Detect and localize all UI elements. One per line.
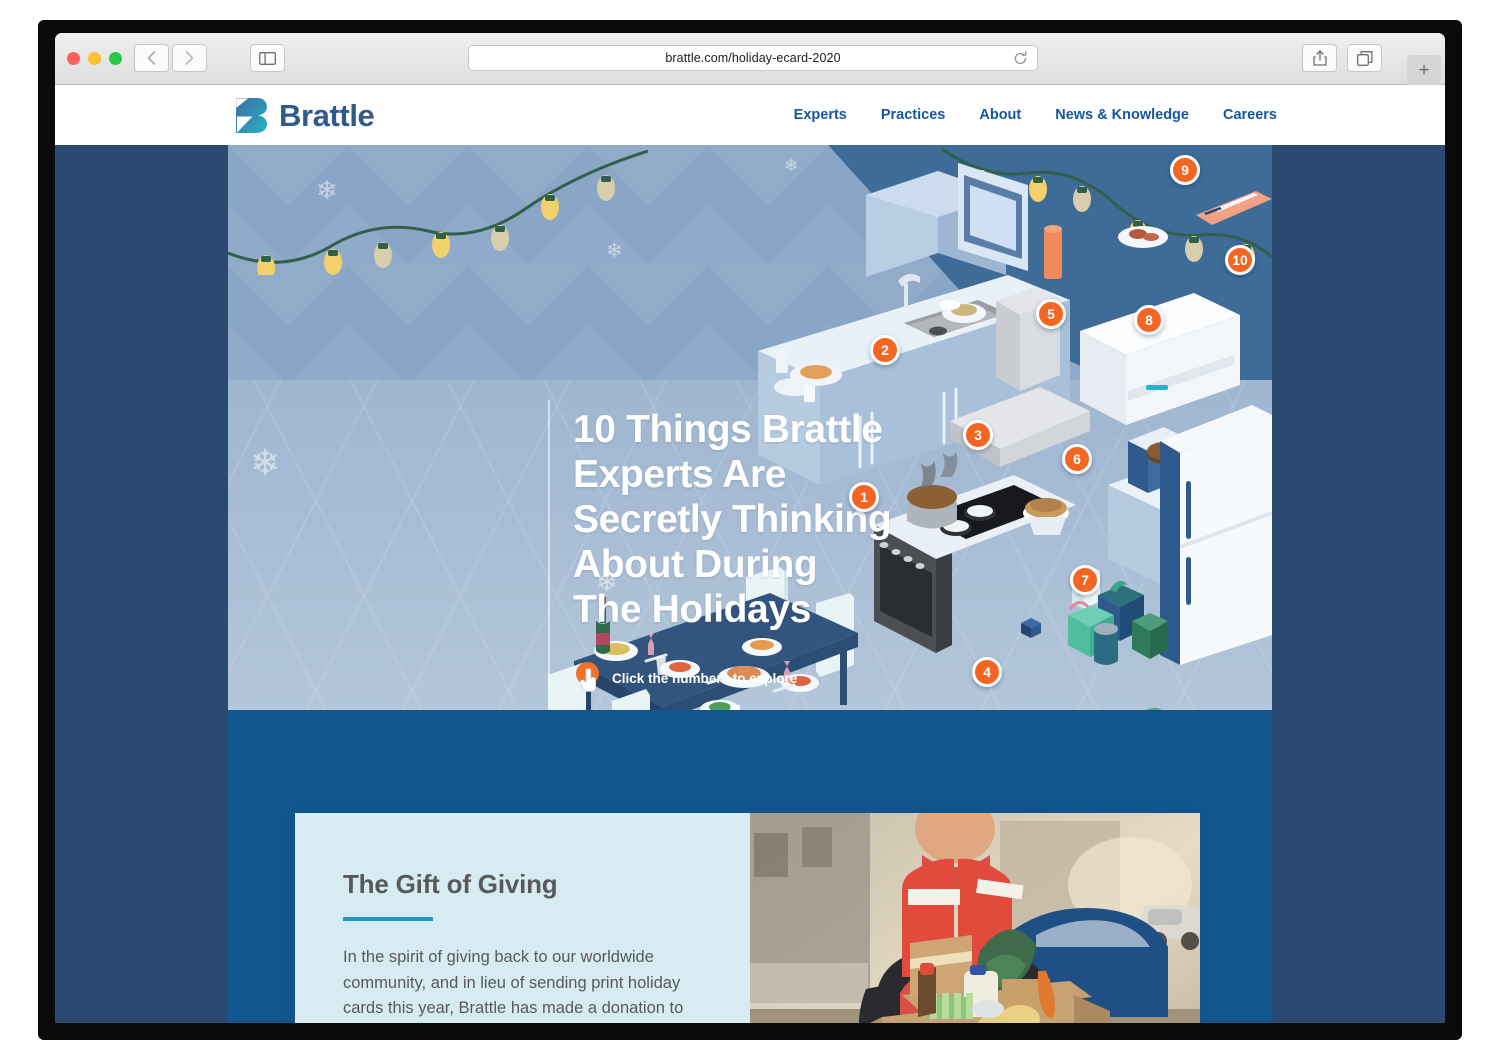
reload-button[interactable] [1013,51,1028,71]
pointing-hand-cursor-icon [576,662,602,694]
string-lights-left [228,149,648,275]
hotspot-4-dog[interactable]: 4 [972,657,1002,687]
site-header: Brattle Experts Practices About News & K… [55,85,1445,145]
pie-on-stove [1023,498,1069,535]
brattle-b-logo-icon [236,98,267,133]
url-text: brattle.com/holiday-ecard-2020 [665,51,841,65]
forward-button[interactable] [172,44,207,72]
hero-cta-label: Click the numbers to explore [612,670,798,686]
hotspot-9-string-lights[interactable]: 9 [1170,155,1200,185]
sidebar-toggle-button[interactable] [250,44,285,72]
hero-illustration: ❄ ❄ ❄ ❄ ❄ 1 2 3 4 5 6 7 8 9 10 10 Things… [228,145,1272,710]
hotspot-10-air-conditioner[interactable]: 10 [1225,245,1255,275]
hero-accent-rule [548,400,550,690]
nav-item-experts[interactable]: Experts [794,107,847,123]
main-nav: Experts Practices About News & Knowledge… [794,107,1277,123]
gift-of-giving-photo [750,813,1200,1023]
nav-item-about[interactable]: About [979,107,1021,123]
tab-overview-button[interactable] [1347,44,1382,72]
chevron-left-icon [147,51,156,65]
site-logo[interactable]: Brattle [235,97,375,134]
site-logo-text: Brattle [279,97,375,133]
share-icon [1312,50,1327,66]
reload-icon [1014,51,1027,65]
gift-of-giving-card: The Gift of Giving In the spirit of givi… [295,813,1200,1023]
share-button[interactable] [1302,44,1337,72]
hotspot-2-kitchen-sink[interactable]: 2 [870,335,900,365]
navigation-buttons [134,44,207,72]
hotspot-5-boiling-pot[interactable]: 5 [1036,299,1066,329]
cutting-board [1196,191,1272,225]
hotspot-3-cake-stand[interactable]: 3 [963,420,993,450]
nav-item-news-knowledge[interactable]: News & Knowledge [1055,107,1189,123]
window-controls [67,52,122,65]
hotspot-7-spilled-vase[interactable]: 7 [1070,565,1100,595]
gift-of-giving-rule [343,917,433,921]
browser-window: brattle.com/holiday-ecard-2020 + Brattle… [55,33,1445,1023]
hotspot-1-dining-table[interactable]: 1 [849,482,879,512]
snowflake-icon: ❄ [316,175,338,205]
page-body: ❄ ❄ ❄ ❄ ❄ 1 2 3 4 5 6 7 8 9 10 10 Things… [55,145,1445,1023]
nav-item-careers[interactable]: Careers [1223,107,1277,123]
gift-of-giving-body: In the spirit of giving back to our worl… [343,945,700,1023]
hero-cta[interactable]: Click the numbers to explore [576,662,797,694]
back-button[interactable] [134,44,169,72]
gift-of-giving-text: The Gift of Giving In the spirit of givi… [295,813,750,1023]
sidebar-icon [259,51,276,65]
new-tab-button[interactable]: + [1407,55,1441,85]
tabs-icon [1356,50,1372,66]
hero-title: 10 Things Brattle Experts Are Secretly Thi… [573,408,892,631]
sidebar-toggle-wrap [250,44,285,72]
spilled-vase [1137,707,1163,710]
small-box [1021,618,1041,638]
toolbar-right-buttons [1302,44,1382,72]
chevron-right-icon [185,51,194,65]
browser-toolbar: brattle.com/holiday-ecard-2020 + [55,33,1445,85]
snowflake-icon: ❄ [250,442,281,483]
zoom-window-button[interactable] [109,52,122,65]
gift-boxes [1068,580,1168,665]
giving-text-before-link: In the spirit of giving back to our worl… [343,948,684,1018]
gift-of-giving-heading: The Gift of Giving [343,869,558,899]
hotspot-6-gift-boxes[interactable]: 6 [1062,444,1092,474]
hotspot-8-pie[interactable]: 8 [1134,305,1164,335]
nav-item-practices[interactable]: Practices [881,107,946,123]
minimize-window-button[interactable] [88,52,101,65]
close-window-button[interactable] [67,52,80,65]
url-bar[interactable]: brattle.com/holiday-ecard-2020 [468,45,1038,71]
